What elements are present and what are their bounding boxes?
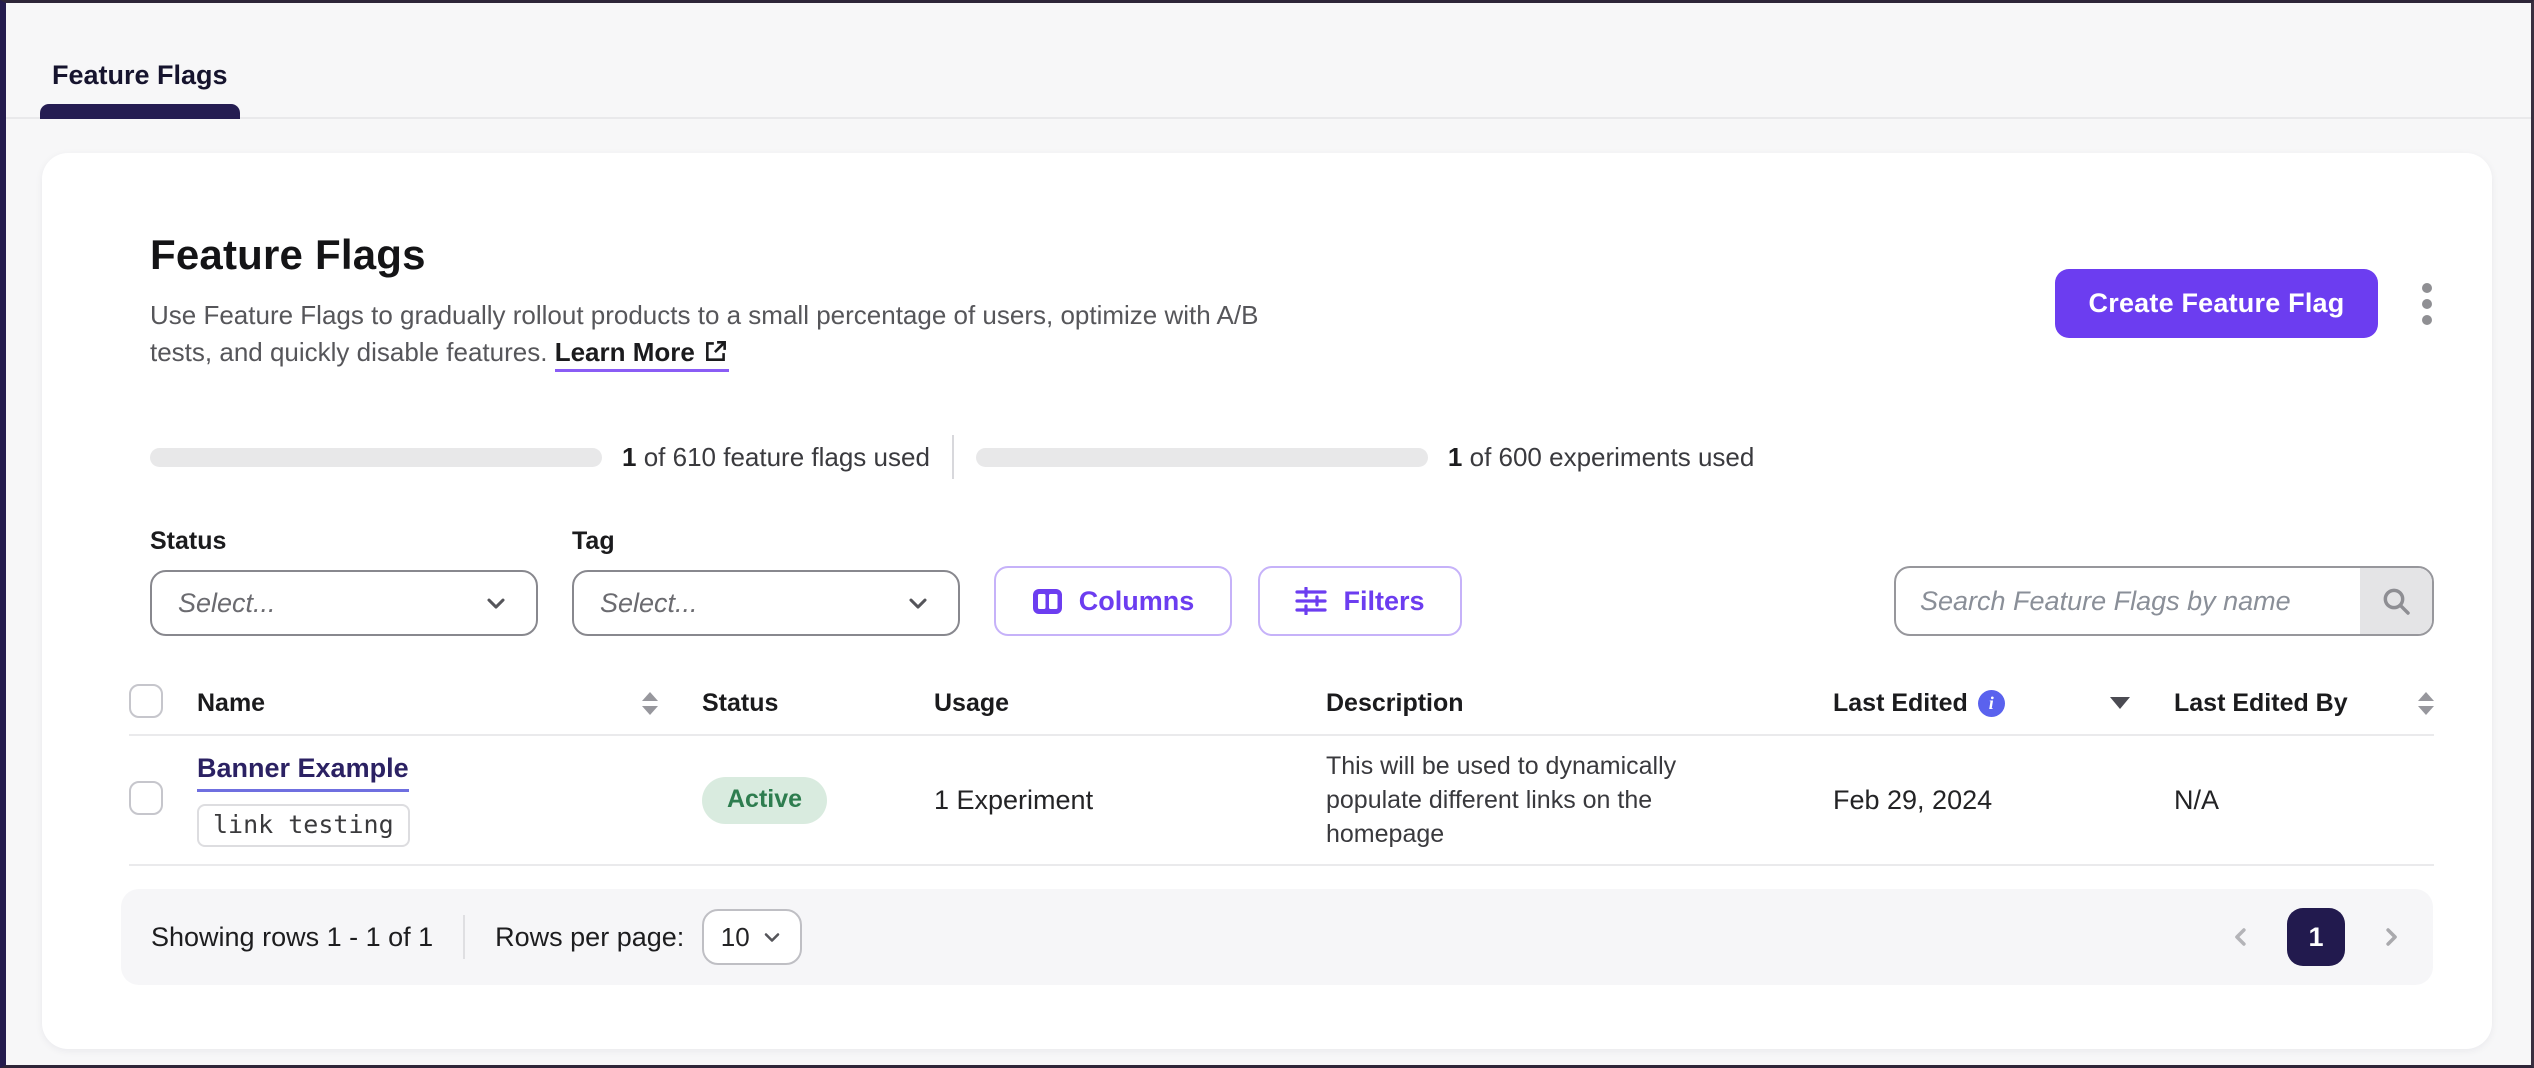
- feature-flags-card: Feature Flags Use Feature Flags to gradu…: [42, 153, 2492, 1049]
- card-header: Feature Flags Use Feature Flags to gradu…: [42, 153, 2492, 371]
- tag-filter-group: Tag Select...: [572, 527, 960, 636]
- experiments-usage-meter: 1 of 600 experiments used: [976, 442, 1754, 473]
- filters-icon: [1295, 587, 1327, 615]
- usage-count: 1: [1448, 442, 1462, 472]
- sort-control-name[interactable]: [642, 692, 658, 715]
- column-header-name: Name: [197, 689, 702, 718]
- page-description: Use Feature Flags to gradually rollout p…: [150, 297, 1310, 371]
- usage-count: 1: [622, 442, 636, 472]
- column-label: Status: [702, 689, 778, 718]
- row-checkbox[interactable]: [129, 781, 163, 815]
- tag-select-placeholder: Select...: [600, 588, 904, 619]
- status-select[interactable]: Select...: [150, 570, 538, 636]
- name-cell: Banner Example link testing: [197, 753, 702, 847]
- sort-control-last-edited-by[interactable]: [2418, 692, 2434, 715]
- kebab-dot: [2422, 283, 2432, 293]
- footer-divider: [463, 915, 465, 959]
- chevron-right-icon: [2377, 923, 2405, 951]
- tab-label: Feature Flags: [40, 60, 240, 104]
- column-header-usage: Usage: [934, 689, 1326, 718]
- active-tab-indicator: [40, 104, 240, 119]
- status-badge: Active: [702, 777, 827, 824]
- column-label: Usage: [934, 689, 1009, 718]
- chevron-down-icon: [760, 925, 784, 949]
- usage-cell: 1 Experiment: [934, 785, 1326, 816]
- status-select-placeholder: Select...: [178, 588, 482, 619]
- status-filter-group: Status Select...: [150, 527, 538, 636]
- next-page-button[interactable]: [2373, 919, 2409, 955]
- column-label: Last Edited By: [2174, 689, 2348, 718]
- sort-up-icon: [2418, 692, 2434, 701]
- sort-descending-icon[interactable]: [2110, 697, 2130, 709]
- column-label: Name: [197, 689, 265, 718]
- kebab-dot: [2422, 315, 2432, 325]
- table-header-row: Name Status Usage Description Last Edite…: [129, 672, 2434, 736]
- last-edited-cell: Feb 29, 2024: [1833, 785, 2174, 816]
- header-actions: Create Feature Flag: [2055, 269, 2442, 371]
- chevron-down-icon: [904, 589, 932, 617]
- feature-flags-usage-text: 1 of 610 feature flags used: [622, 442, 930, 473]
- feature-flags-progressbar: [150, 448, 602, 467]
- tag-select[interactable]: Select...: [572, 570, 960, 636]
- search-input[interactable]: [1896, 568, 2360, 634]
- sort-down-icon: [2418, 706, 2434, 715]
- pagination-controls: 1: [2223, 908, 2409, 966]
- select-all-checkbox[interactable]: [129, 684, 163, 718]
- description-cell: This will be used to dynamically populat…: [1326, 749, 1771, 851]
- search-icon: [2380, 585, 2412, 617]
- experiments-usage-text: 1 of 600 experiments used: [1448, 442, 1754, 473]
- feature-flags-usage-meter: 1 of 610 feature flags used: [150, 442, 930, 473]
- create-feature-flag-button[interactable]: Create Feature Flag: [2055, 269, 2378, 338]
- usage-meters: 1 of 610 feature flags used 1 of 600 exp…: [150, 435, 2442, 479]
- rows-per-page-label: Rows per page:: [495, 922, 684, 953]
- column-header-last-edited-by: Last Edited By: [2174, 689, 2434, 718]
- flag-name-link[interactable]: Banner Example: [197, 753, 409, 792]
- sort-up-icon: [642, 692, 658, 701]
- filter-toolbar: Status Select... Tag Select... Columns: [150, 527, 2434, 636]
- rows-per-page-select[interactable]: 10: [702, 909, 802, 965]
- chevron-left-icon: [2227, 923, 2255, 951]
- page-1-button[interactable]: 1: [2287, 908, 2345, 966]
- app-window: Feature Flags Feature Flags Use Feature …: [0, 0, 2534, 1068]
- tab-bar: Feature Flags: [6, 3, 2531, 119]
- columns-button[interactable]: Columns: [994, 566, 1232, 636]
- tab-feature-flags[interactable]: Feature Flags: [40, 60, 240, 117]
- learn-more-link[interactable]: Learn More: [555, 337, 729, 372]
- more-options-button[interactable]: [2412, 269, 2442, 339]
- chevron-down-icon: [482, 589, 510, 617]
- usage-suffix: of 610 feature flags used: [644, 442, 930, 472]
- learn-more-label: Learn More: [555, 337, 695, 367]
- page-title: Feature Flags: [150, 231, 1310, 279]
- previous-page-button[interactable]: [2223, 919, 2259, 955]
- column-header-last-edited: Last Edited: [1833, 689, 2174, 718]
- tag-filter-label: Tag: [572, 527, 960, 556]
- table-footer: Showing rows 1 - 1 of 1 Rows per page: 1…: [121, 889, 2433, 985]
- status-cell: Active: [702, 777, 934, 824]
- column-label: Last Edited: [1833, 689, 1968, 718]
- rows-per-page-value: 10: [721, 922, 750, 953]
- last-edited-by-cell: N/A: [2174, 785, 2434, 816]
- tag-chip[interactable]: link testing: [197, 804, 410, 847]
- table-row: Banner Example link testing Active 1 Exp…: [129, 736, 2434, 866]
- header-text-block: Feature Flags Use Feature Flags to gradu…: [150, 231, 1310, 371]
- search-box: [1894, 566, 2434, 636]
- status-filter-label: Status: [150, 527, 538, 556]
- feature-flags-table: Name Status Usage Description Last Edite…: [129, 672, 2434, 866]
- usage-suffix: of 600 experiments used: [1470, 442, 1755, 472]
- filters-button-label: Filters: [1343, 586, 1424, 617]
- sort-down-icon: [642, 706, 658, 715]
- kebab-dot: [2422, 299, 2432, 309]
- column-header-description: Description: [1326, 689, 1833, 718]
- showing-rows-text: Showing rows 1 - 1 of 1: [151, 922, 433, 953]
- column-header-status: Status: [702, 689, 934, 718]
- columns-button-label: Columns: [1079, 586, 1195, 617]
- column-label: Description: [1326, 689, 1464, 718]
- columns-icon: [1032, 587, 1063, 616]
- external-link-icon: [703, 338, 729, 364]
- experiments-progressbar: [976, 448, 1428, 467]
- info-icon[interactable]: [1978, 690, 2005, 717]
- filters-button[interactable]: Filters: [1258, 566, 1462, 636]
- search-button[interactable]: [2360, 568, 2432, 634]
- meter-divider: [952, 435, 954, 479]
